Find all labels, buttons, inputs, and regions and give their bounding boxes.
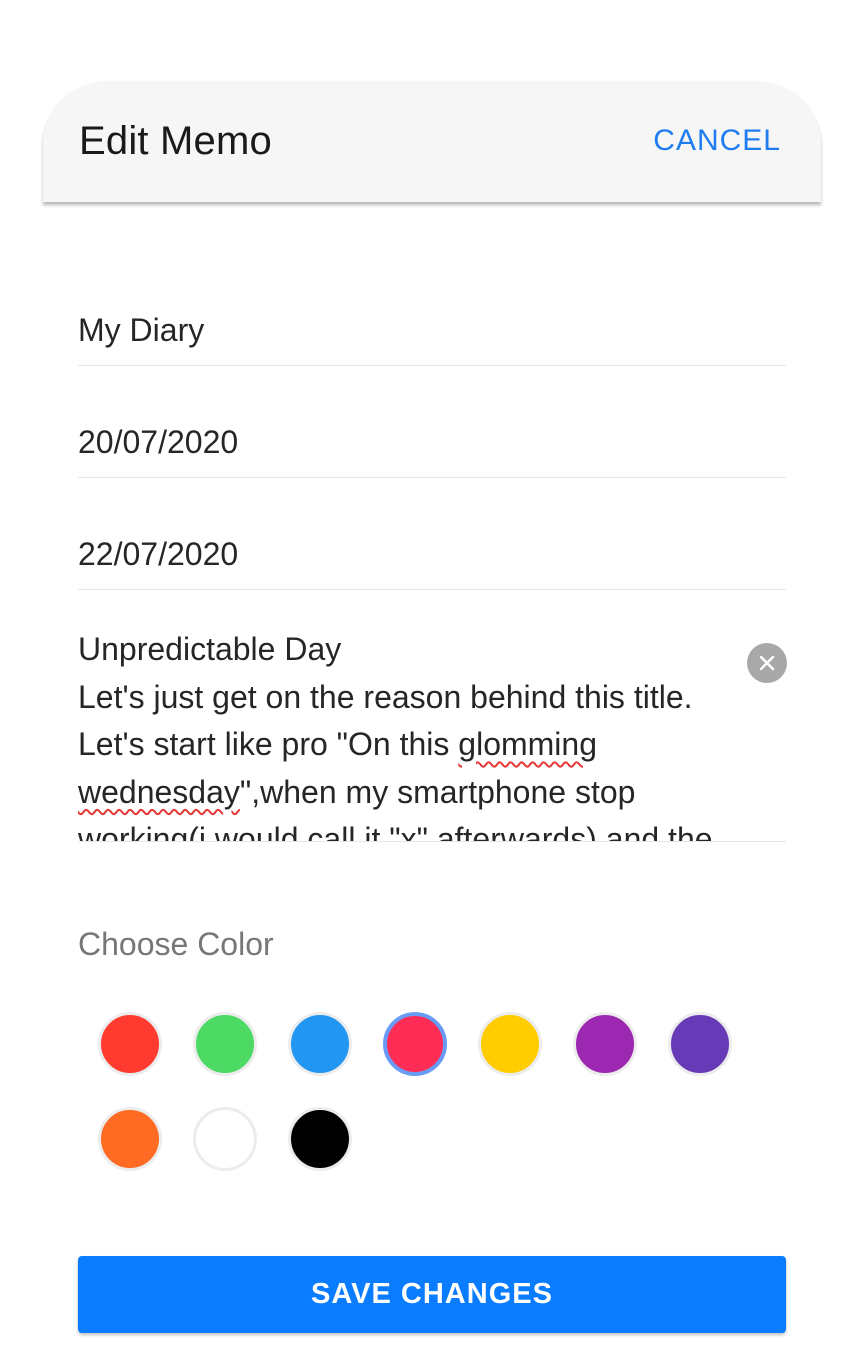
memo-content: Unpredictable Day Let's just get on the … — [78, 620, 748, 842]
color-swatch-white[interactable] — [193, 1107, 257, 1171]
memo-title-field[interactable]: My Diary — [78, 254, 786, 366]
close-icon — [759, 655, 775, 671]
end-date-value: 22/07/2020 — [78, 536, 239, 572]
memo-line: Unpredictable Day — [78, 631, 342, 667]
color-swatch-red[interactable] — [98, 1012, 162, 1076]
cancel-button[interactable]: CANCEL — [653, 124, 781, 158]
memo-title-value: My Diary — [78, 312, 205, 348]
memo-line: ",when my smartphone stop — [239, 773, 636, 810]
color-swatch-yellow[interactable] — [478, 1012, 542, 1076]
color-swatch-purple[interactable] — [573, 1012, 637, 1076]
color-swatch-green[interactable] — [193, 1012, 257, 1076]
dialog-title: Edit Memo — [79, 119, 272, 163]
color-swatch-blue[interactable] — [288, 1012, 352, 1076]
memo-text-area[interactable]: Unpredictable Day Let's just get on the … — [78, 620, 786, 842]
memo-line: Let's just get on the reason behind this… — [78, 678, 693, 715]
misspelled-word[interactable]: wednesday — [78, 774, 240, 810]
save-changes-button[interactable]: SAVE CHANGES — [78, 1256, 786, 1333]
choose-color-label: Choose Color — [78, 926, 274, 962]
start-date-field[interactable]: 20/07/2020 — [78, 366, 786, 478]
color-swatch-deep-purple[interactable] — [668, 1012, 732, 1076]
color-swatch-black[interactable] — [288, 1107, 352, 1171]
misspelled-word[interactable]: glomming — [458, 726, 597, 762]
memo-line: working(i would call it "x" afterwards) … — [78, 821, 713, 842]
color-swatch-pink[interactable] — [383, 1012, 447, 1076]
color-swatch-orange[interactable] — [98, 1107, 162, 1171]
start-date-value: 20/07/2020 — [78, 424, 239, 460]
end-date-field[interactable]: 22/07/2020 — [78, 478, 786, 590]
memo-line: Let's start like pro "On this — [78, 726, 459, 762]
clear-text-button[interactable] — [747, 643, 787, 683]
dialog-header: Edit Memo CANCEL — [43, 81, 821, 202]
